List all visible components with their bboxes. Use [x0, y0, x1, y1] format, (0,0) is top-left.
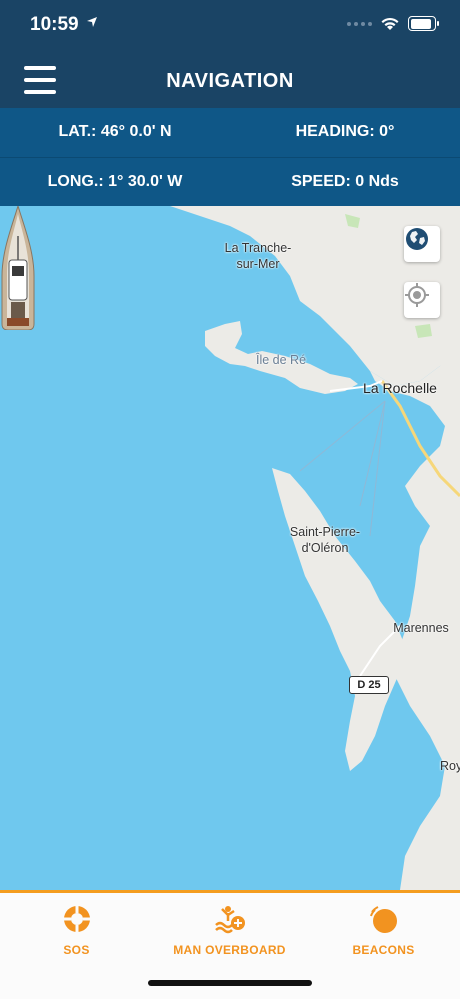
wifi-icon	[381, 17, 399, 30]
cellular-icon	[347, 21, 372, 26]
tab-man-overboard[interactable]: MAN OVERBOARD	[153, 901, 306, 957]
tab-man-overboard-label: MAN OVERBOARD	[173, 943, 286, 957]
tab-beacons-label: BEACONS	[352, 943, 415, 957]
man-overboard-icon	[214, 906, 245, 934]
heading-value: HEADING: 0°	[295, 123, 395, 140]
map-label-ile-de-re: Île de Ré	[255, 353, 307, 367]
map-label-saint-pierre: Saint-Pierre-d'Oléron	[289, 525, 361, 555]
map-label-la-rochelle: La Rochelle	[363, 380, 437, 396]
locate-icon[interactable]	[404, 282, 440, 318]
globe-icon[interactable]	[404, 226, 440, 262]
navigation-info-panel: LAT.: 46° 0.0' N HEADING: 0° LONG.: 1° 3…	[0, 108, 460, 206]
map-label-royan: Roy	[440, 759, 460, 773]
nav-header: NAVIGATION	[0, 52, 460, 108]
info-row-1: LAT.: 46° 0.0' N HEADING: 0°	[0, 108, 460, 157]
status-bar: 10:59	[0, 0, 460, 52]
lifebuoy-icon	[63, 906, 90, 932]
boat-icon[interactable]	[0, 206, 36, 330]
page-title: NAVIGATION	[166, 70, 294, 92]
speed-value: SPEED: 0 Nds	[291, 173, 399, 190]
tab-beacons[interactable]: BEACONS	[307, 901, 460, 957]
info-row-2: LONG.: 1° 30.0' W SPEED: 0 Nds	[0, 157, 460, 207]
home-indicator[interactable]	[148, 980, 312, 986]
map-view[interactable]: La Tranche-sur-Mer Île de Ré La Rochelle…	[0, 206, 460, 890]
tab-sos-label: SOS	[63, 943, 90, 957]
map-label-marennes: Marennes	[393, 621, 449, 635]
latitude-value: LAT.: 46° 0.0' N	[58, 123, 172, 140]
status-time: 10:59	[30, 14, 79, 35]
location-arrow-icon	[87, 17, 97, 27]
road-badge-d25: D 25	[349, 676, 389, 694]
beacon-icon	[369, 906, 397, 933]
map-label-la-tranche: La Tranche-sur-Mer	[224, 241, 292, 271]
battery-icon	[408, 16, 439, 31]
tab-sos[interactable]: SOS	[0, 901, 153, 957]
status-indicators	[347, 16, 439, 31]
longitude-value: LONG.: 1° 30.0' W	[47, 173, 183, 190]
map-land-layer	[170, 206, 460, 890]
